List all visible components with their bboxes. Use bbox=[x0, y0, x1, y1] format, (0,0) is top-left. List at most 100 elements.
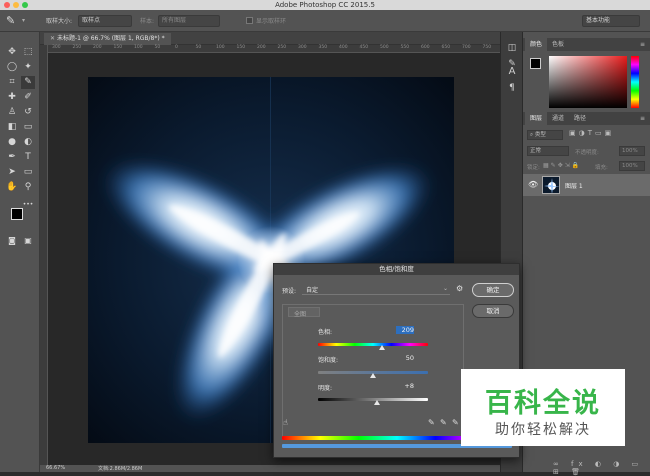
eraser-tool-icon[interactable]: ◧ bbox=[5, 121, 19, 134]
ruler-tick-label: 400 bbox=[339, 45, 348, 50]
hue-label: 色相: bbox=[318, 329, 333, 336]
ruler-tick-label: 200 bbox=[257, 45, 266, 50]
show-ring-checkbox[interactable] bbox=[246, 17, 253, 24]
fill-field[interactable]: 100% bbox=[619, 161, 645, 171]
ok-button[interactable]: 确定 bbox=[472, 283, 514, 297]
history-brush-icon[interactable]: ↺ bbox=[21, 106, 35, 119]
type-tool-icon[interactable]: T bbox=[21, 151, 35, 164]
layer-actions-icons[interactable]: ∞ fx ◐ ◑ ▭ ⊞ 🗑 bbox=[553, 460, 650, 476]
zoom-tool-icon[interactable]: ⚲ bbox=[21, 181, 35, 194]
tool-preset-chevron-icon[interactable]: ▾ bbox=[22, 17, 25, 24]
window-title: Adobe Photoshop CC 2015.5 bbox=[275, 1, 375, 9]
tab-color[interactable]: 颜色 bbox=[525, 38, 548, 51]
foreground-color-swatch[interactable] bbox=[11, 208, 23, 220]
show-ring-label: 显示取样环 bbox=[256, 18, 287, 25]
history-panel-icon[interactable]: ◫ bbox=[506, 42, 518, 54]
preset-select[interactable]: 自定 ⌄ bbox=[302, 284, 450, 295]
panel-menu-icon[interactable]: ≡ bbox=[635, 38, 650, 51]
panel-menu-icon[interactable]: ≡ bbox=[635, 112, 650, 125]
ruler-tick-label: 50 bbox=[195, 45, 202, 50]
clone-stamp-icon[interactable]: ♙ bbox=[5, 106, 19, 119]
lock-icons[interactable]: ▦✎✥⇲🔒 bbox=[543, 162, 581, 169]
ruler-tick-label: 50 bbox=[154, 45, 161, 50]
eyedropper-icon[interactable]: ✎ bbox=[428, 418, 435, 427]
ruler-tick-label: 150 bbox=[113, 45, 123, 50]
document-tab-label: 未标题-1 @ 66.7% (图层 1, RGB/8*) * bbox=[56, 35, 165, 42]
character-panel-icon[interactable]: A bbox=[506, 66, 518, 78]
lasso-tool-icon[interactable]: ◯ bbox=[5, 61, 19, 74]
quick-select-tool-icon[interactable]: ✦ bbox=[21, 61, 35, 74]
move-tool-icon[interactable]: ✥ bbox=[5, 46, 19, 59]
targeted-adjustment-icon[interactable]: ☝ bbox=[283, 418, 288, 427]
shape-tool-icon[interactable]: ▭ bbox=[21, 166, 35, 179]
hand-tool-icon[interactable]: ✋ bbox=[5, 181, 19, 194]
color-picker-field[interactable] bbox=[549, 56, 627, 108]
hue-slider-track[interactable] bbox=[318, 343, 428, 346]
blur-tool-icon[interactable]: ● bbox=[5, 136, 19, 149]
cancel-button[interactable]: 取消 bbox=[472, 304, 514, 318]
layer-thumbnail bbox=[542, 176, 560, 194]
gear-icon[interactable]: ⚙ bbox=[456, 284, 463, 293]
workspace-select[interactable]: 基本功能 bbox=[582, 15, 640, 27]
crop-tool-icon[interactable]: ⌗ bbox=[5, 76, 19, 89]
eyedropper-plus-icon[interactable]: ✎ bbox=[440, 418, 447, 427]
brush-tool-icon[interactable]: ✐ bbox=[21, 91, 35, 104]
healing-brush-icon[interactable]: ✚ bbox=[5, 91, 19, 104]
layer-name[interactable]: 图层 1 bbox=[565, 181, 583, 190]
pen-tool-icon[interactable]: ✒ bbox=[5, 151, 19, 164]
ruler-tick-label: 100 bbox=[216, 45, 225, 50]
layer-filter-icons[interactable]: ▣◑T▭▣ bbox=[569, 129, 614, 137]
eyedropper-minus-icon[interactable]: ✎ bbox=[452, 418, 459, 427]
preset-value: 自定 bbox=[306, 287, 319, 294]
ruler-tick-label: 500 bbox=[380, 45, 389, 50]
search-icon: ⌕ bbox=[530, 132, 534, 138]
blend-mode-select[interactable]: 正常 bbox=[527, 146, 569, 156]
layer-kind-filter[interactable]: ⌕ 类型 bbox=[527, 130, 563, 140]
more-tools-icon[interactable]: ••• bbox=[21, 198, 35, 211]
hue-slider[interactable] bbox=[631, 56, 639, 108]
minimize-window-button[interactable] bbox=[13, 2, 19, 8]
opacity-label: 不透明度: bbox=[575, 150, 599, 156]
ruler-tick-label: 750 bbox=[482, 45, 492, 50]
eyedropper-tool-icon[interactable]: ✎ bbox=[21, 76, 35, 89]
visibility-eye-icon[interactable]: 👁 bbox=[528, 180, 538, 189]
path-select-icon[interactable]: ➤ bbox=[5, 166, 19, 179]
gradient-tool-icon[interactable]: ▭ bbox=[21, 121, 35, 134]
sample-select[interactable]: 所有图层 bbox=[158, 15, 220, 27]
lightness-slider-thumb[interactable] bbox=[374, 400, 381, 405]
lightness-value-input[interactable]: +8 bbox=[394, 382, 414, 390]
quick-mask-icon[interactable]: ◙ bbox=[5, 234, 19, 247]
ruler-tick-label: 650 bbox=[441, 45, 451, 50]
lock-label: 锁定: bbox=[527, 165, 540, 171]
zoom-window-button[interactable] bbox=[22, 2, 28, 8]
saturation-slider-thumb[interactable] bbox=[370, 373, 376, 378]
layer-row[interactable]: 👁 图层 1 bbox=[523, 174, 650, 196]
ruler-tick-label: 550 bbox=[400, 45, 410, 50]
tab-layers[interactable]: 图层 bbox=[525, 112, 548, 125]
sample-size-select[interactable]: 取样点 bbox=[78, 15, 132, 27]
channel-select[interactable]: 全图 bbox=[288, 307, 320, 318]
options-bar: ✎ ▾ 取样大小: 取样点 样本: 所有图层 显示取样环 基本功能 bbox=[0, 10, 650, 32]
zoom-level[interactable]: 66.67% bbox=[46, 465, 65, 471]
tab-channels[interactable]: 通道 bbox=[547, 112, 569, 125]
hue-slider-thumb[interactable] bbox=[378, 345, 385, 350]
close-tab-icon[interactable]: ✕ bbox=[50, 35, 57, 42]
saturation-value-input[interactable]: 50 bbox=[394, 354, 414, 362]
hue-value-input[interactable]: 209 bbox=[396, 326, 414, 334]
saturation-label: 饱和度: bbox=[318, 357, 339, 364]
tab-swatches[interactable]: 色板 bbox=[547, 38, 569, 51]
dodge-tool-icon[interactable]: ◐ bbox=[21, 136, 35, 149]
ruler-tick-label: 250 bbox=[72, 45, 82, 50]
title-bar: Adobe Photoshop CC 2015.5 bbox=[0, 0, 650, 10]
paragraph-panel-icon[interactable]: ¶ bbox=[506, 82, 518, 94]
marquee-tool-icon[interactable]: ⬚ bbox=[21, 46, 35, 59]
lightness-slider-track[interactable] bbox=[318, 398, 428, 401]
screen-mode-icon[interactable]: ▣ bbox=[21, 234, 35, 247]
document-tab[interactable]: ✕ 未标题-1 @ 66.7% (图层 1, RGB/8*) * bbox=[44, 33, 171, 45]
opacity-field[interactable]: 100% bbox=[619, 146, 645, 156]
close-window-button[interactable] bbox=[4, 2, 10, 8]
eyedropper-tool-icon[interactable]: ✎ bbox=[6, 14, 15, 27]
ruler-tick-label: 100 bbox=[134, 45, 143, 50]
foreground-color-swatch[interactable] bbox=[530, 58, 541, 69]
tab-paths[interactable]: 路径 bbox=[569, 112, 591, 125]
